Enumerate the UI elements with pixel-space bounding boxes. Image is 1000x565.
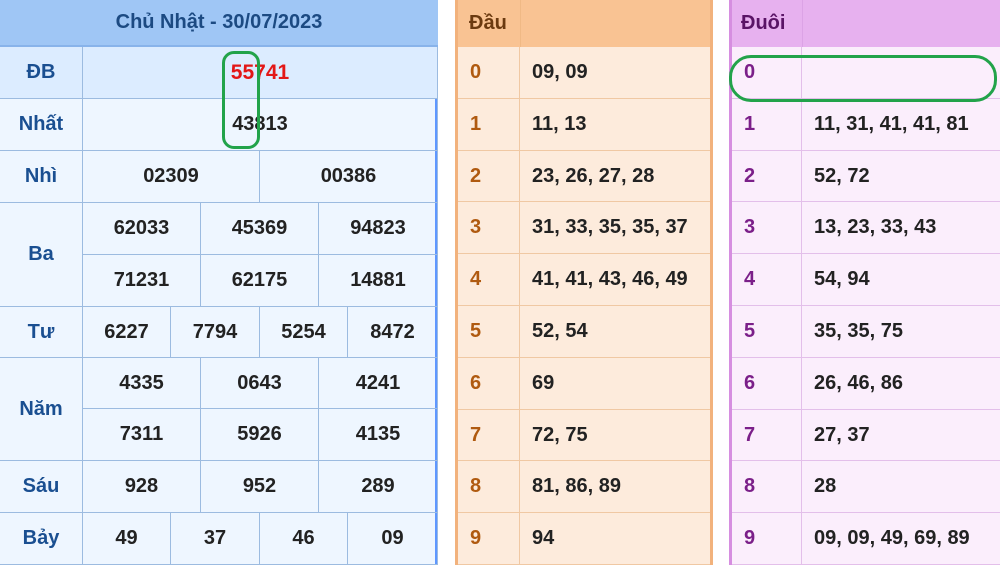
tail-digit-table: Đuôi 0 1 11, 31, 41, 41, 81 2 52, 72 3 13, 23,…: [729, 0, 1000, 565]
dau-row-values: 11, 13: [520, 99, 710, 151]
prize-sixth-value: 289: [319, 461, 438, 513]
dau-row-key: 9: [458, 513, 520, 565]
dau-row-values: 31, 33, 35, 35, 37: [520, 202, 710, 254]
duoi-row-values: 09, 09, 49, 69, 89: [802, 513, 1000, 565]
duoi-row-key: 1: [732, 99, 802, 151]
duoi-row-key: 8: [732, 461, 802, 513]
prize-fifth-value: 4335: [83, 358, 201, 409]
dau-row-values: 52, 54: [520, 306, 710, 358]
duoi-row-values: 26, 46, 86: [802, 358, 1000, 410]
dau-row-key: 8: [458, 461, 520, 513]
prize-fifth-value: 4241: [319, 358, 438, 409]
dau-row-key: 1: [458, 99, 520, 151]
prize-fourth-value: 8472: [348, 307, 438, 358]
duoi-row-key: 3: [732, 202, 802, 254]
prize-seventh-value: 49: [83, 513, 171, 565]
prize-label-sixth: Sáu: [0, 461, 83, 513]
prize-second-value: 00386: [260, 151, 438, 203]
prize-third-value: 62175: [201, 255, 319, 307]
duoi-row-key: 6: [732, 358, 802, 410]
prize-fifth-value: 7311: [83, 409, 201, 461]
header-divider: [802, 0, 803, 47]
prize-fourth-value: 7794: [171, 307, 260, 358]
prize-label-fourth: Tư: [0, 307, 83, 358]
prize-third-value: 71231: [83, 255, 201, 307]
prize-sixth-value: 928: [83, 461, 201, 513]
prize-second-value: 02309: [83, 151, 260, 203]
duoi-row-key: 4: [732, 254, 802, 306]
dau-row-values: 23, 26, 27, 28: [520, 151, 710, 202]
prize-third-value: 94823: [319, 203, 438, 255]
duoi-row-values: 35, 35, 75: [802, 306, 1000, 358]
duoi-row-values: 13, 23, 33, 43: [802, 202, 1000, 254]
results-date-title: Chủ Nhật - 30/07/2023: [0, 0, 438, 47]
head-digit-table: Đầu 0 09, 09 1 11, 13 2 23, 26, 27, 28 3 31, 33…: [455, 0, 713, 565]
prize-sixth-value: 952: [201, 461, 319, 513]
tail-table-title: Đuôi: [741, 12, 786, 34]
prize-seventh-value: 37: [171, 513, 260, 565]
dau-row-key: 4: [458, 254, 520, 306]
dau-row-values: 81, 86, 89: [520, 461, 710, 513]
duoi-row-values: 27, 37: [802, 410, 1000, 461]
duoi-row-key: 7: [732, 410, 802, 461]
prize-third-value: 14881: [319, 255, 438, 307]
duoi-row-values: 11, 31, 41, 41, 81: [802, 99, 1000, 151]
dau-row-key: 3: [458, 202, 520, 254]
duoi-row-key: 0: [732, 47, 802, 99]
duoi-row-values: 28: [802, 461, 1000, 513]
head-table-title: Đầu: [469, 12, 507, 34]
dau-row-values: 41, 41, 43, 46, 49: [520, 254, 710, 306]
dau-row-values: 94: [520, 513, 710, 565]
prize-seventh-value: 46: [260, 513, 348, 565]
prize-fourth-value: 5254: [260, 307, 348, 358]
dau-row-key: 6: [458, 358, 520, 410]
prize-fourth-value: 6227: [83, 307, 171, 358]
prize-third-value: 45369: [201, 203, 319, 255]
prize-special-value: 55741: [83, 47, 438, 99]
lottery-results-table: Chủ Nhật - 30/07/2023 ĐB 55741 Nhất 4381…: [0, 0, 438, 565]
dau-row-key: 7: [458, 410, 520, 461]
duoi-row-key: 5: [732, 306, 802, 358]
prize-label-fifth: Năm: [0, 358, 83, 461]
dau-row-key: 0: [458, 47, 520, 99]
dau-row-values: 72, 75: [520, 410, 710, 461]
dau-row-key: 5: [458, 306, 520, 358]
prize-label-third: Ba: [0, 203, 83, 307]
head-table-header: Đầu: [458, 0, 710, 47]
header-divider: [520, 0, 521, 47]
tail-table-header: Đuôi: [732, 0, 1000, 47]
prize-first-value: 43813: [83, 99, 438, 151]
prize-label-first: Nhất: [0, 99, 83, 151]
prize-seventh-value: 09: [348, 513, 438, 565]
duoi-row-key: 2: [732, 151, 802, 202]
prize-label-seventh: Bảy: [0, 513, 83, 565]
dau-row-values: 69: [520, 358, 710, 410]
prize-fifth-value: 0643: [201, 358, 319, 409]
duoi-row-values: 52, 72: [802, 151, 1000, 202]
dau-row-key: 2: [458, 151, 520, 202]
duoi-row-key: 9: [732, 513, 802, 565]
prize-fifth-value: 5926: [201, 409, 319, 461]
prize-third-value: 62033: [83, 203, 201, 255]
dau-row-values: 09, 09: [520, 47, 710, 99]
prize-fifth-value: 4135: [319, 409, 438, 461]
duoi-row-values: 54, 94: [802, 254, 1000, 306]
duoi-row-values: [802, 47, 1000, 99]
prize-label-special: ĐB: [0, 47, 83, 99]
prize-label-second: Nhì: [0, 151, 83, 203]
